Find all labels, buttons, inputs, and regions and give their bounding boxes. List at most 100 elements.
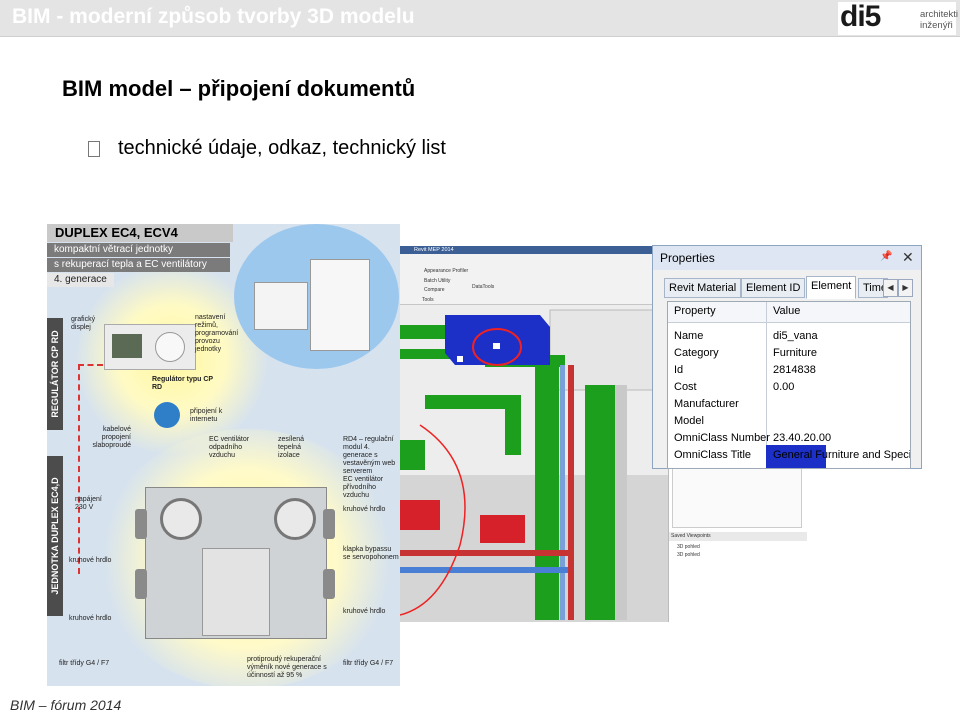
revit-window: Revit MEP 2014 Appearance Profiler Batch… xyxy=(400,246,668,622)
property-value: Furniture xyxy=(773,347,818,359)
table-row[interactable]: Manufacturer xyxy=(668,396,910,413)
label-internet: připojení k internetu xyxy=(190,408,223,423)
header-property: Property xyxy=(674,305,716,317)
slide-title: BIM model – připojení dokumentů xyxy=(62,76,416,101)
table-row[interactable]: Category Furniture xyxy=(668,345,910,362)
band-regulator-label: REGULÁTOR CP RD xyxy=(50,330,60,418)
label-rd4: RD4 – regulační modul 4. generace s vest… xyxy=(343,436,396,475)
brochure-line-3: 4. generace xyxy=(47,273,114,287)
cable-line-top xyxy=(78,364,103,366)
brochure-title: DUPLEX EC4, ECV4 xyxy=(47,224,233,242)
unit-cutaway-image xyxy=(145,487,327,639)
table-row[interactable]: Model xyxy=(668,413,910,430)
table-row[interactable]: OmniClass Title General Furniture and Sp… xyxy=(668,447,910,464)
saved-viewpoints-header: Saved Viewpoints xyxy=(669,532,807,541)
property-name: Name xyxy=(674,330,704,342)
label-ec-exhaust: EC ventilátor odpadního vzduchu xyxy=(209,436,250,459)
viewpoint-item[interactable]: 3D pohled xyxy=(677,552,700,558)
globe-icon xyxy=(154,402,180,428)
viewpoints-panel: Saved Viewpoints 3D pohled 3D pohled xyxy=(668,466,807,622)
close-icon[interactable]: ✕ xyxy=(902,249,914,266)
table-row[interactable]: Id 2814838 xyxy=(668,362,910,379)
property-name: Id xyxy=(674,364,684,376)
ribbon-tools-group: Tools xyxy=(422,297,434,303)
pipe-stub xyxy=(135,569,147,599)
label-filter-left: filtr třídy G4 / F7 xyxy=(59,660,110,667)
unit-small-image xyxy=(254,282,308,330)
controller-screen xyxy=(112,334,142,358)
logo-subtitle: architekti inženýři xyxy=(920,9,958,31)
property-name: OmniClass Title xyxy=(674,449,752,461)
label-round-neck: kruhové hrdlo xyxy=(69,557,112,564)
properties-dialog: Properties 📌 ✕ Revit Material Element ID… xyxy=(652,245,922,469)
3d-viewport[interactable] xyxy=(400,305,668,622)
property-name: Model xyxy=(674,415,704,427)
controller-dial xyxy=(155,332,185,362)
property-value: 23.40.20.00 xyxy=(773,432,832,444)
label-insulation: zesílená tepelná izolace xyxy=(278,436,305,459)
unit-large-image xyxy=(310,259,370,351)
property-value: General Furniture and Specia xyxy=(773,449,911,461)
header-value: Value xyxy=(773,305,801,317)
tab-element-id[interactable]: Element ID xyxy=(741,278,806,298)
label-round-neck: kruhové hrdlo xyxy=(69,615,112,622)
3d-scene-drawing xyxy=(400,305,668,622)
tab-element[interactable]: Element xyxy=(806,276,857,299)
fan-exhaust-icon xyxy=(160,498,202,540)
tab-revit-material[interactable]: Revit Material xyxy=(664,278,742,298)
table-row[interactable]: Cost 0.00 xyxy=(668,379,910,396)
bullet-text: technické údaje, odkaz, technický list xyxy=(118,137,446,159)
logo-sub-engineers: inženýři xyxy=(920,20,953,31)
tab-scroll-right-icon[interactable]: ▶ xyxy=(898,279,913,297)
brochure-line-2: s rekuperací tepla a EC ventilátory xyxy=(47,258,230,272)
revit-title-strip: Revit MEP 2014 xyxy=(400,246,668,254)
panel-list xyxy=(672,466,802,528)
pipe-stub xyxy=(323,509,335,539)
di5-logo: di5 architekti inženýři xyxy=(838,0,958,35)
revit-title-text: Revit MEP 2014 xyxy=(414,247,454,253)
label-exchanger: protiproudý rekuperační výměník nové gen… xyxy=(247,656,327,679)
table-row[interactable]: OmniClass Number 23.40.20.00 xyxy=(668,430,910,447)
viewpoint-item[interactable]: 3D pohled xyxy=(677,544,700,550)
tab-scroll-left-icon[interactable]: ◀ xyxy=(883,279,898,297)
properties-title: Properties xyxy=(660,251,715,265)
cable-line xyxy=(78,364,80,574)
logo-sub-architects: architekti xyxy=(920,9,959,20)
controller-image xyxy=(104,324,196,370)
table-row[interactable]: Name di5_vana xyxy=(668,328,910,345)
heat-exchanger xyxy=(202,548,270,636)
table-header: Property Value xyxy=(668,302,910,323)
property-name: Cost xyxy=(674,381,697,393)
ribbon-datatools[interactable]: DataTools xyxy=(472,284,494,290)
bullet-icon xyxy=(88,141,100,157)
band-regulator: REGULÁTOR CP RD xyxy=(47,318,63,430)
property-value: 0.00 xyxy=(773,381,795,393)
label-modes: nastavení režimů, programování provozu j… xyxy=(195,314,239,353)
property-value: di5_vana xyxy=(773,330,818,342)
label-filter-right: filtr třídy G4 / F7 xyxy=(343,660,394,667)
footer-text: BIM – fórum 2014 xyxy=(10,697,122,713)
property-name: Manufacturer xyxy=(674,398,739,410)
brochure-line-1: kompaktní větrací jednotky xyxy=(47,243,230,257)
title-bar: BIM - moderní způsob tvorby 3D modelu di… xyxy=(0,0,960,37)
revit-ribbon: Appearance Profiler Batch Utility Compar… xyxy=(400,254,668,305)
properties-table: Property Value Name di5_vana Category Fu… xyxy=(667,301,911,469)
band-unit-label: JEDNOTKA DUPLEX EC4,D xyxy=(50,477,60,595)
presentation-title: BIM - moderní způsob tvorby 3D modelu xyxy=(12,5,415,28)
label-ec-supply: EC ventilátor přívodního vzduchu xyxy=(343,476,384,499)
duplex-brochure: DUPLEX EC4, ECV4 kompaktní větrací jedno… xyxy=(47,224,400,686)
property-name: Category xyxy=(674,347,719,359)
pin-icon[interactable]: 📌 xyxy=(880,251,892,262)
logo-mark: di5 xyxy=(840,0,881,33)
label-power: napájení 230 V xyxy=(75,496,102,511)
ribbon-compare[interactable]: Compare xyxy=(424,287,445,293)
band-unit: JEDNOTKA DUPLEX EC4,D xyxy=(47,456,63,616)
ribbon-batch-utility[interactable]: Batch Utility xyxy=(424,278,450,284)
label-regulator: Regulátor typu CP RD xyxy=(152,376,213,391)
fan-supply-icon xyxy=(274,498,316,540)
label-round-neck: kruhové hrdlo xyxy=(343,506,386,513)
pipe-stub xyxy=(135,509,147,539)
property-name: OmniClass Number xyxy=(674,432,770,444)
ribbon-appearance-profiler[interactable]: Appearance Profiler xyxy=(424,268,468,274)
property-value: 2814838 xyxy=(773,364,816,376)
